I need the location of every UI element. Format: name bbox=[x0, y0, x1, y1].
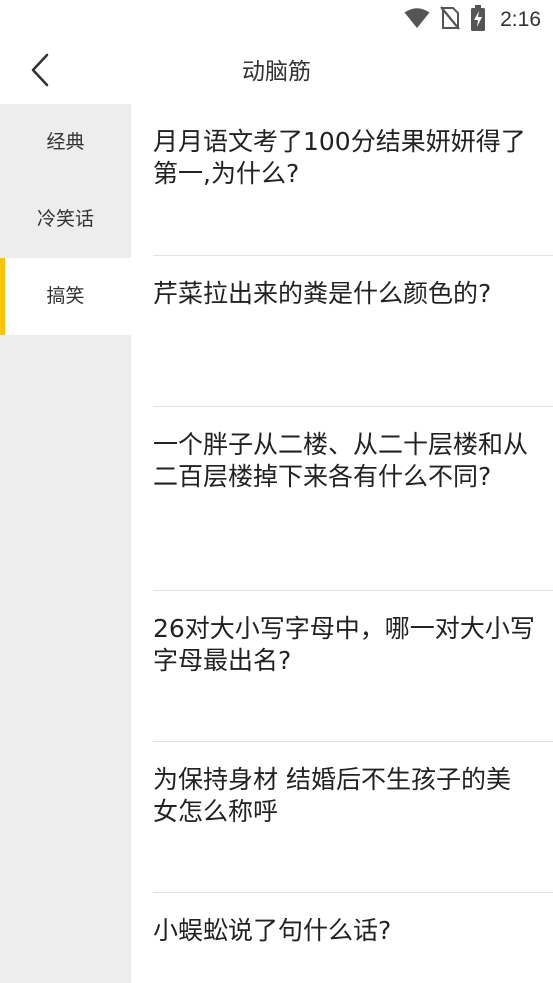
no-sim-icon bbox=[440, 6, 460, 34]
chevron-left-icon bbox=[29, 53, 51, 91]
question-text: 26对大小写字母中，哪一对大小写字母最出名? bbox=[153, 614, 535, 675]
question-text: 小蜈蚣说了句什么话? bbox=[153, 916, 392, 945]
question-text: 芹菜拉出来的粪是什么颜色的? bbox=[153, 279, 492, 308]
status-icons: 2:16 bbox=[404, 5, 541, 35]
list-item[interactable]: 小蜈蚣说了句什么话? bbox=[153, 893, 553, 983]
page-title: 动脑筋 bbox=[242, 59, 311, 85]
list-item[interactable]: 月月语文考了100分结果妍妍得了第一,为什么? bbox=[153, 104, 553, 256]
sidebar-item-label: 经典 bbox=[46, 131, 85, 153]
nav-bar: 动脑筋 bbox=[0, 40, 553, 104]
question-text: 为保持身材 结婚后不生孩子的美女怎么称呼 bbox=[153, 765, 511, 826]
status-bar: 2:16 bbox=[0, 0, 553, 40]
sidebar-item-classic[interactable]: 经典 bbox=[0, 104, 131, 181]
status-time: 2:16 bbox=[500, 8, 541, 31]
category-sidebar: 经典 冷笑话 搞笑 bbox=[0, 104, 131, 983]
question-list: 月月语文考了100分结果妍妍得了第一,为什么? 芹菜拉出来的粪是什么颜色的? 一… bbox=[153, 104, 553, 983]
battery-charging-icon bbox=[470, 5, 486, 35]
sidebar-item-cold-jokes[interactable]: 冷笑话 bbox=[0, 181, 131, 258]
list-item[interactable]: 为保持身材 结婚后不生孩子的美女怎么称呼 bbox=[153, 742, 553, 893]
sidebar-item-label: 冷笑话 bbox=[36, 208, 94, 230]
sidebar-item-label: 搞笑 bbox=[46, 285, 85, 307]
list-item[interactable]: 芹菜拉出来的粪是什么颜色的? bbox=[153, 256, 553, 407]
list-item[interactable]: 26对大小写字母中，哪一对大小写字母最出名? bbox=[153, 591, 553, 742]
list-item[interactable]: 一个胖子从二楼、从二十层楼和从二百层楼掉下来各有什么不同? bbox=[153, 407, 553, 591]
question-text: 月月语文考了100分结果妍妍得了第一,为什么? bbox=[153, 127, 526, 188]
back-button[interactable] bbox=[18, 50, 62, 94]
wifi-icon bbox=[404, 7, 430, 33]
active-indicator bbox=[0, 258, 5, 335]
sidebar-item-funny[interactable]: 搞笑 bbox=[0, 258, 131, 335]
question-text: 一个胖子从二楼、从二十层楼和从二百层楼掉下来各有什么不同? bbox=[153, 430, 529, 491]
